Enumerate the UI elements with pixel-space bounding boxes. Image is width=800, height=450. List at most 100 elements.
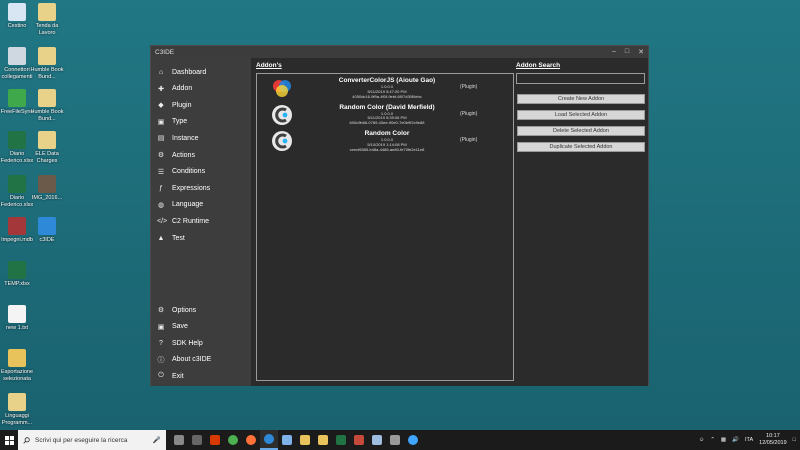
network-icon[interactable]: ▩ xyxy=(721,437,726,443)
sidebar-item-actions[interactable]: ⚙ Actions xyxy=(157,148,195,162)
desktop-icon[interactable]: TEMP.xlsx xyxy=(0,261,34,288)
desktop-icon[interactable]: Diario Federico.xlsx xyxy=(0,131,34,164)
desktop-icon[interactable]: Impegni.mdb xyxy=(0,217,34,244)
desktop-icon[interactable]: new 1.txt xyxy=(0,305,34,332)
addon-search-input[interactable] xyxy=(516,73,645,84)
sidebar-item-label: Dashboard xyxy=(172,68,207,76)
c3ide-taskbar-icon[interactable] xyxy=(260,430,278,450)
addon-list-item[interactable]: Random Color (David Merfield) 1.0.0.0 5/11… xyxy=(257,103,513,128)
sidebar-item-plugin[interactable]: ◆ Plugin xyxy=(157,98,191,112)
clock-time: 10:17 xyxy=(766,433,780,439)
firefox-icon-glyph xyxy=(246,435,256,445)
sidebar-item-sdk-help[interactable]: ? SDK Help xyxy=(157,336,203,350)
code-icon: </> xyxy=(157,217,168,225)
sidebar-item-label: Expressions xyxy=(172,184,211,192)
addon-list-item[interactable]: Random Color 1.0.0.0 5/10/2019 1:14:08 PM c… xyxy=(257,129,513,154)
notifications-icon[interactable]: □ xyxy=(793,437,796,443)
c3-icon[interactable] xyxy=(404,430,422,450)
sidebar-item-label: Addon xyxy=(172,85,193,93)
desktop-icon[interactable]: Cestino xyxy=(0,3,34,30)
close-button[interactable]: ✕ xyxy=(638,48,644,56)
create-new-addon-button[interactable]: Create New Addon xyxy=(517,94,645,104)
sidebar-item-instance[interactable]: ▤ Instance xyxy=(157,131,199,145)
system-tray: ☺ ⌃ ▩ 🔊 ITA 10:17 12/05/2019 □ xyxy=(699,430,796,450)
sidebar-item-conditions[interactable]: ☰ Conditions xyxy=(157,165,205,179)
app2-icon[interactable] xyxy=(386,430,404,450)
start-button[interactable] xyxy=(0,430,18,450)
save-icon: ▣ xyxy=(157,323,165,331)
excel-icon[interactable] xyxy=(332,430,350,450)
desktop-icon[interactable]: Esportazione selezionata xyxy=(0,349,34,382)
clock[interactable]: 10:17 12/05/2019 xyxy=(759,433,787,447)
home-icon: ⌂ xyxy=(158,68,164,76)
colorful-logo-icon xyxy=(273,80,291,97)
chevron-up-icon[interactable]: ⌃ xyxy=(710,437,715,443)
desktop-icon[interactable]: Humble Book Bund... xyxy=(30,47,64,80)
app2-icon-glyph xyxy=(390,435,400,445)
maximize-button[interactable]: □ xyxy=(625,48,629,56)
desktop-icon-image xyxy=(8,349,26,367)
load-selected-addon-button[interactable]: Load Selected Addon xyxy=(517,110,645,120)
addon-name: ConverterColorJS (Aioute Gao) xyxy=(338,77,436,84)
file-explorer-icon[interactable] xyxy=(296,430,314,450)
desktop-icon[interactable]: Connettori collegamenti xyxy=(0,47,34,80)
desktop-icon-label: Humble Book Bund... xyxy=(30,67,64,80)
desktop-icon-image xyxy=(38,175,56,193)
desktop-icon[interactable]: FreeFileSync xyxy=(0,89,34,116)
people-icon[interactable]: ☺ xyxy=(699,437,705,443)
list-icon: ☰ xyxy=(157,168,165,176)
desktop-icon[interactable]: Humble Book Bund... xyxy=(30,89,64,122)
sidebar-item-save[interactable]: ▣ Save xyxy=(157,320,188,334)
question-icon: ? xyxy=(159,339,163,347)
app-icon[interactable] xyxy=(350,430,368,450)
addon-list-item[interactable]: ConverterColorJS (Aioute Gao) 1.0.0.0 5/11… xyxy=(257,76,513,101)
calculator-icon[interactable] xyxy=(188,430,206,450)
addon-list[interactable]: ConverterColorJS (Aioute Gao) 1.0.0.0 5/11… xyxy=(256,73,514,381)
sidebar-item-type[interactable]: ▣ Type xyxy=(157,115,188,129)
desktop-icon[interactable]: Linguaggi Programm... xyxy=(0,393,34,426)
firefox-icon[interactable] xyxy=(242,430,260,450)
desktop-icon[interactable]: c3IDE xyxy=(30,217,64,244)
sidebar-item-label: Conditions xyxy=(172,168,206,176)
task-view-icon[interactable] xyxy=(170,430,188,450)
sidebar-item-addon[interactable]: ✚ Addon xyxy=(157,82,192,96)
function-icon: ƒ xyxy=(159,184,163,192)
addon-type: (Plugin) xyxy=(460,84,478,90)
sidebar-item-about-c3ide[interactable]: ⓘ About c3IDE xyxy=(157,353,212,367)
desktop-icon[interactable]: Diario Federico.xlsx xyxy=(0,175,34,208)
minimize-button[interactable]: – xyxy=(612,48,616,56)
addon-meta: 1.0.0.0 5/11/2019 5:39:06 PM 600c9b66-0789… xyxy=(327,111,447,126)
sidebar-item-exit[interactable]: ⏻ Exit xyxy=(157,369,183,383)
desktop-icon[interactable]: ELE Data Charges xyxy=(30,131,64,164)
microphone-icon[interactable]: 🎤 xyxy=(153,436,161,444)
desktop-icon-label: Cestino xyxy=(7,23,27,29)
sidebar-item-test[interactable]: ▲ Test xyxy=(157,231,185,245)
duplicate-selected-addon-button[interactable]: Duplicate Selected Addon xyxy=(517,142,645,152)
desktop-icon-image xyxy=(38,47,56,65)
sidebar-item-c2-runtime[interactable]: </> C2 Runtime xyxy=(157,214,209,228)
volume-icon[interactable]: 🔊 xyxy=(732,437,739,443)
chrome-icon[interactable] xyxy=(224,430,242,450)
desktop-icon-label: ELE Data Charges xyxy=(35,151,59,164)
desktop-icon-label: Linguaggi Programm... xyxy=(1,413,33,426)
addon-id: 4050dc16-9f9a-4f0f-9ebf-6f07d30f0ebc xyxy=(352,93,422,99)
sidebar-item-dashboard[interactable]: ⌂ Dashboard xyxy=(157,65,206,79)
desktop-icon[interactable]: IMG_2016... xyxy=(30,175,64,202)
sidebar-item-expressions[interactable]: ƒ Expressions xyxy=(157,181,210,195)
desktop-icon-image xyxy=(8,305,26,323)
desktop-icon[interactable]: Tenda da Lavoro xyxy=(30,3,64,36)
office-icon[interactable] xyxy=(206,430,224,450)
sidebar-item-options[interactable]: ⚙ Options xyxy=(157,303,196,317)
sidebar-item-language[interactable]: ◍ Language xyxy=(157,198,203,212)
power-icon: ⏻ xyxy=(158,372,164,380)
taskbar-search[interactable]: Scrivi qui per eseguire la ricerca 🎤 xyxy=(18,430,166,450)
remote-icon[interactable] xyxy=(278,430,296,450)
title-bar[interactable]: C3IDE – □ ✕ xyxy=(151,46,648,58)
folder-icon[interactable] xyxy=(314,430,332,450)
language-indicator[interactable]: ITA xyxy=(745,437,753,443)
notepad-icon[interactable] xyxy=(368,430,386,450)
plug-icon: ◆ xyxy=(158,102,164,110)
delete-selected-addon-button[interactable]: Delete Selected Addon xyxy=(517,126,645,136)
instance-icon: ▤ xyxy=(157,135,165,143)
type-icon: ▣ xyxy=(157,118,165,126)
